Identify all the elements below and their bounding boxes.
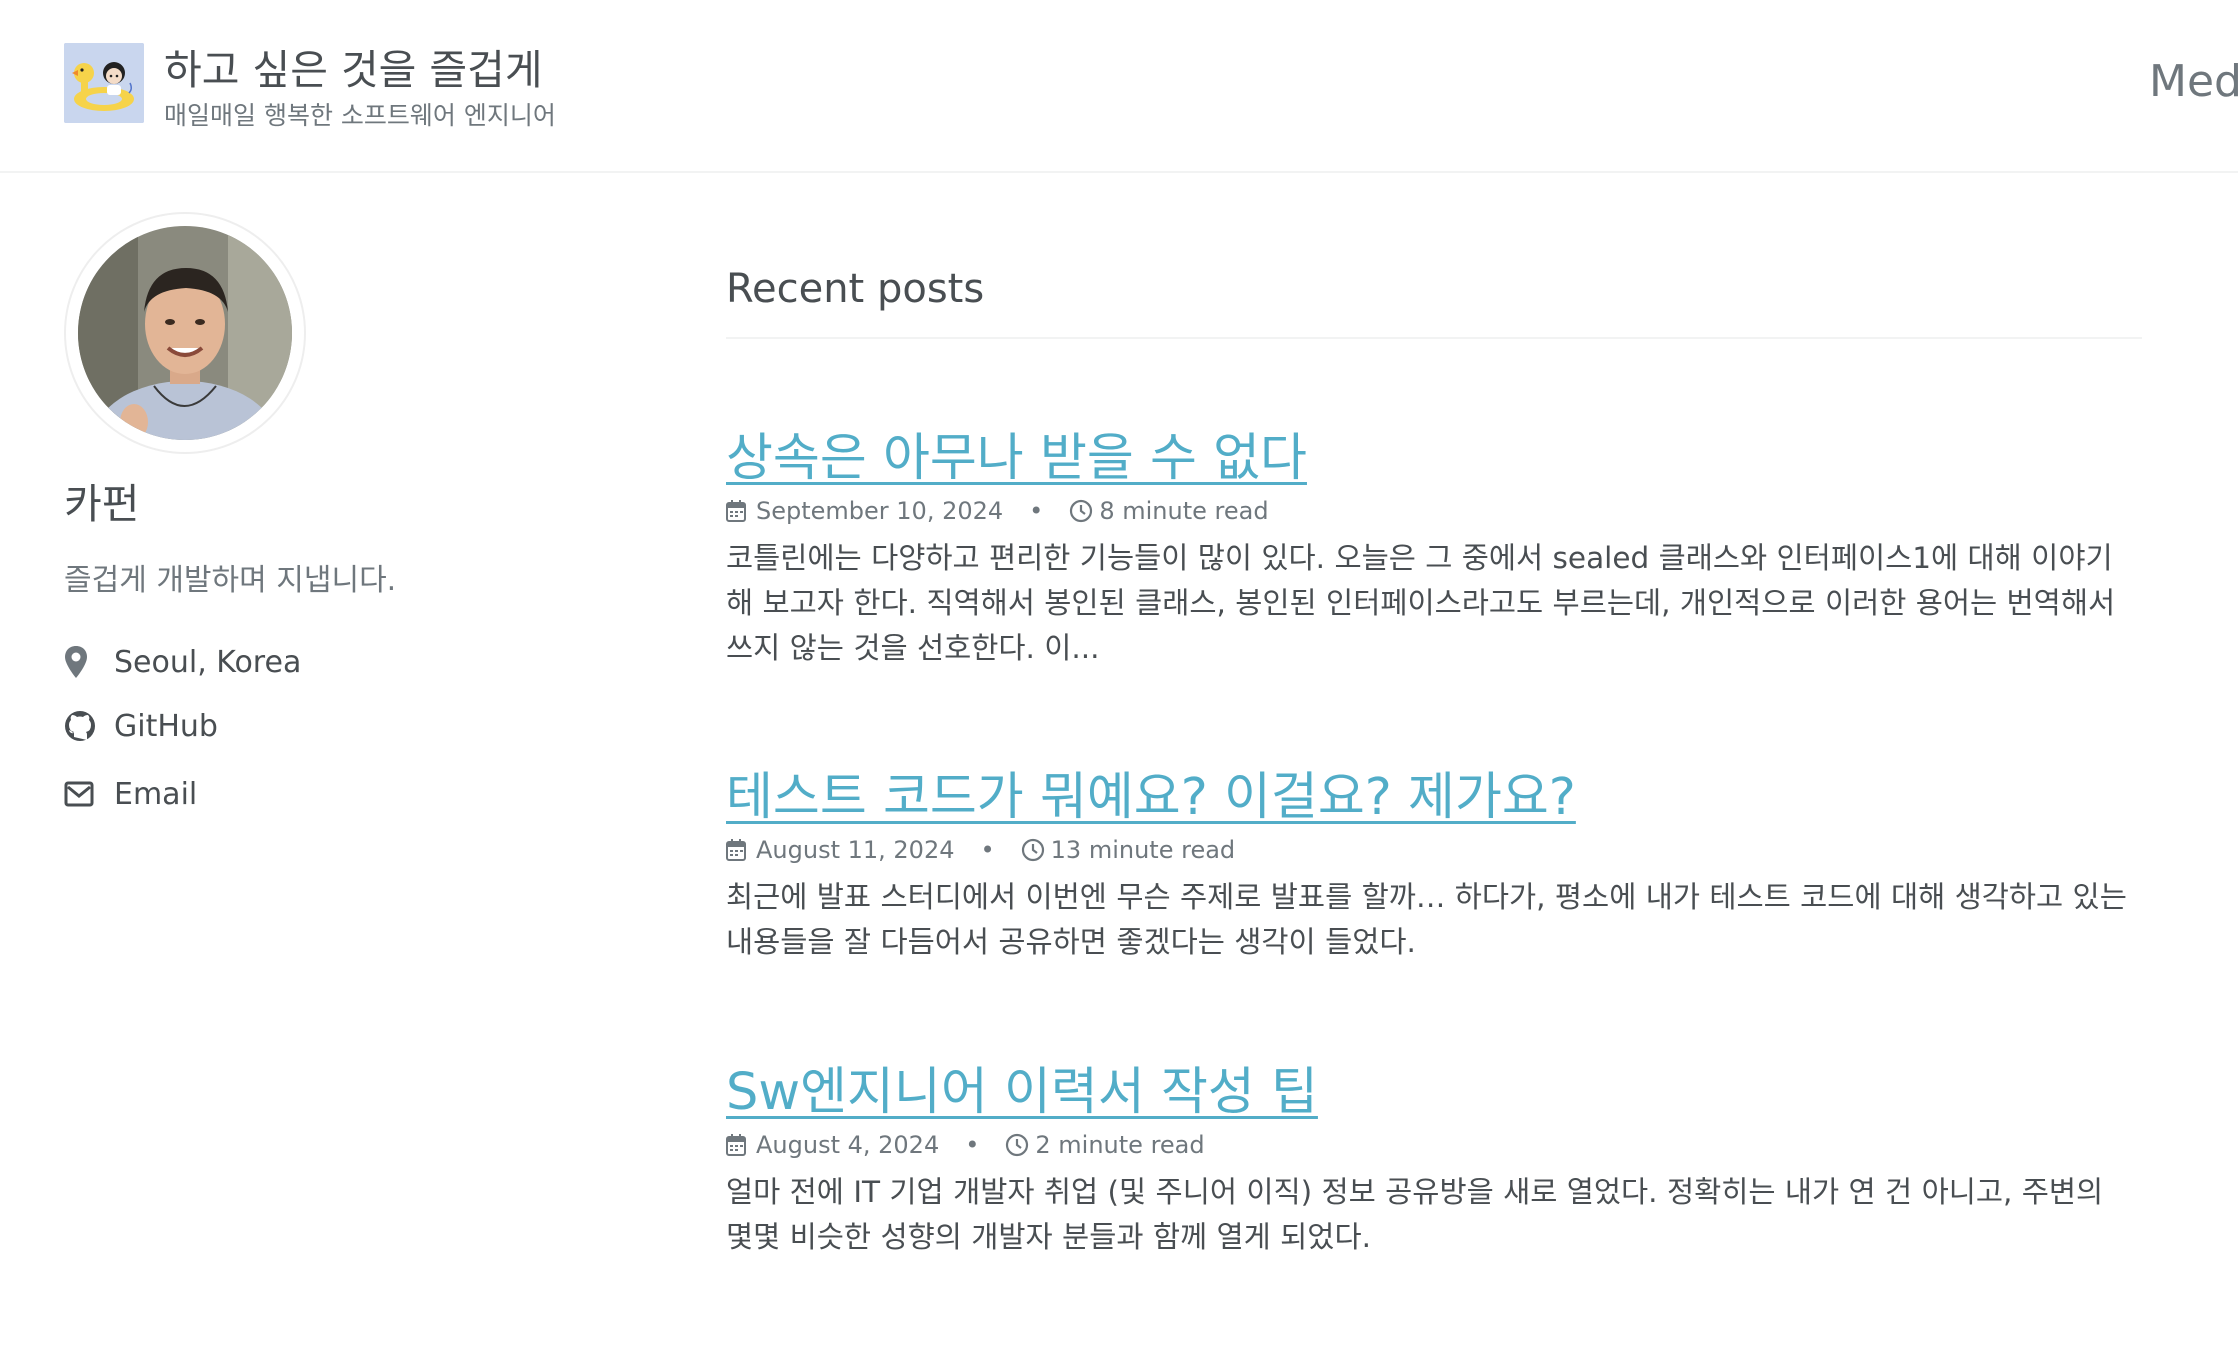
post-item: 상속은 아무나 받을 수 없다 September 10, 2024 • 8 m…	[726, 424, 2142, 671]
masthead: 하고 싶은 것을 즐겁게 매일매일 행복한 소프트웨어 엔지니어 Medi	[0, 0, 2238, 173]
meta-separator: •	[1029, 497, 1044, 525]
author-location: Seoul, Korea	[64, 640, 301, 684]
author-photo	[78, 226, 292, 440]
calendar-icon	[726, 498, 752, 524]
post-meta: August 4, 2024 • 2 minute read	[726, 1128, 2142, 1162]
post-title-link[interactable]: 상속은 아무나 받을 수 없다	[726, 424, 2142, 494]
post-excerpt: 코틀린에는 다양하고 편리한 기능들이 많이 있다. 오늘은 그 중에서 sea…	[726, 541, 2116, 665]
author-location-label: Seoul, Korea	[114, 644, 302, 680]
envelope-icon	[64, 776, 108, 812]
github-icon	[64, 708, 108, 744]
nav-link-medium[interactable]: Medi	[2149, 56, 2238, 107]
author-avatar	[64, 212, 306, 454]
clock-icon	[1005, 1132, 1031, 1158]
author-name: 카펀	[64, 480, 140, 528]
post-read-time: 13 minute read	[1050, 836, 1236, 864]
site-logo[interactable]	[64, 43, 144, 123]
post-meta: August 11, 2024 • 13 minute read	[726, 833, 2142, 867]
calendar-icon	[726, 837, 752, 863]
author-email-label[interactable]: Email	[114, 777, 197, 812]
author-bio: 즐겁게 개발하며 지냅니다.	[64, 563, 397, 598]
post-title-link[interactable]: 테스트 코드가 뭐예요? 이걸요? 제가요?	[726, 763, 2142, 833]
clock-icon	[1069, 498, 1095, 524]
post-date: August 11, 2024	[756, 836, 955, 864]
post-read-time: 2 minute read	[1035, 1131, 1205, 1159]
author-email-link[interactable]: Email	[64, 772, 197, 816]
post-date: September 10, 2024	[756, 497, 1004, 525]
post-date: August 4, 2024	[756, 1131, 940, 1159]
page-title: Recent posts	[726, 266, 985, 312]
post-read-time: 8 minute read	[1099, 497, 1269, 525]
author-github-link[interactable]: GitHub	[64, 704, 218, 748]
title-divider	[726, 337, 2142, 339]
post-item: 테스트 코드가 뭐예요? 이걸요? 제가요? August 11, 2024 •…	[726, 763, 2142, 965]
author-github-label[interactable]: GitHub	[114, 709, 218, 744]
post-excerpt: 얼마 전에 IT 기업 개발자 취업 (및 주니어 이직) 정보 공유방을 새로…	[726, 1175, 2104, 1254]
clock-icon	[1021, 837, 1047, 863]
post-title-link[interactable]: Sw엔지니어 이력서 작성 팁	[726, 1058, 2142, 1128]
post-item: Sw엔지니어 이력서 작성 팁 August 4, 2024 • 2 minut…	[726, 1058, 2142, 1260]
post-meta: September 10, 2024 • 8 minute read	[726, 494, 2142, 528]
meta-separator: •	[980, 836, 995, 864]
calendar-icon	[726, 1132, 752, 1158]
duck-logo-icon	[64, 43, 144, 123]
site-title[interactable]: 하고 싶은 것을 즐겁게	[164, 36, 543, 96]
post-excerpt: 최근에 발표 스터디에서 이번엔 무슨 주제로 발표를 할까… 하다가, 평소에…	[726, 880, 2127, 959]
site-subtitle: 매일매일 행복한 소프트웨어 엔지니어	[164, 101, 556, 130]
meta-separator: •	[965, 1131, 980, 1159]
map-marker-icon	[64, 644, 108, 680]
